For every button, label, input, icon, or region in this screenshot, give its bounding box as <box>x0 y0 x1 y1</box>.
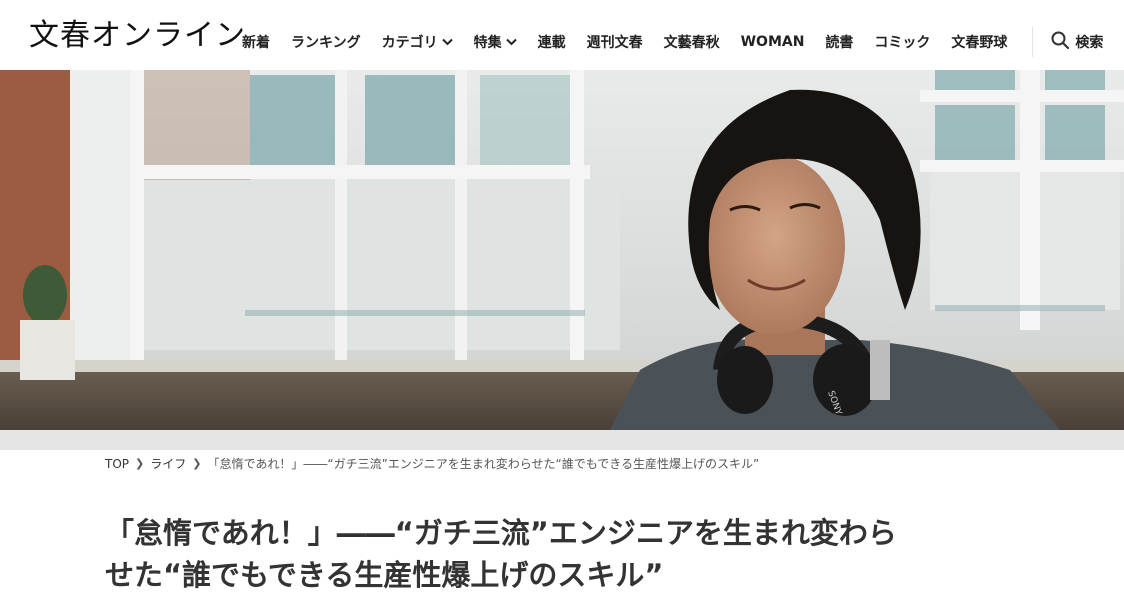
chevron-down-icon <box>441 34 453 50</box>
search-icon <box>1051 31 1075 53</box>
search-label: 検索 <box>1075 35 1104 51</box>
nav-item-shukan-bunshun[interactable]: 週刊文春 <box>587 32 643 52</box>
nav-label: カテゴリ <box>381 35 438 51</box>
nav-item-baseball[interactable]: 文春野球 <box>951 32 1007 52</box>
chevron-down-icon <box>505 34 517 50</box>
site-logo[interactable]: 文春オンライン <box>29 18 246 54</box>
nav-label: 文春野球 <box>951 35 1008 51</box>
site-header: 文春オンライン 新着 ランキング カテゴリ 特集 連載 週刊文春 文藝春秋 WO… <box>0 0 1124 70</box>
article-title-line: 「怠惰であれ！」――“ガチ三流”エンジニアを生まれ変わら <box>105 516 897 550</box>
nav-item-comic[interactable]: コミック <box>874 32 930 52</box>
nav-label: 文藝春秋 <box>663 35 720 51</box>
chevron-right-icon: ❯ <box>192 457 202 470</box>
hero-photo: SONY <box>0 70 1124 430</box>
breadcrumb-life[interactable]: ライフ <box>150 455 186 472</box>
nav-item-features[interactable]: 特集 <box>474 32 517 52</box>
nav-label: 読書 <box>825 35 854 51</box>
nav-item-bungei-shunju[interactable]: 文藝春秋 <box>664 32 720 52</box>
nav-item-new[interactable]: 新着 <box>242 32 270 52</box>
article-title-line: せた“誰でもできる生産性爆上げのスキル” <box>105 558 664 592</box>
hero-image: SONY <box>0 70 1124 430</box>
nav-label: ランキング <box>291 35 361 51</box>
nav-label: 週刊文春 <box>586 35 643 51</box>
nav-label: 連載 <box>537 35 566 51</box>
main-nav: 新着 ランキング カテゴリ 特集 連載 週刊文春 文藝春秋 WOMAN 読書 コ… <box>242 27 1103 57</box>
article-title: 「怠惰であれ！」――“ガチ三流”エンジニアを生まれ変わら せた“誰でもできる生産… <box>105 512 985 596</box>
nav-label: 新着 <box>242 35 270 51</box>
nav-item-books[interactable]: 読書 <box>825 32 853 52</box>
nav-label: 特集 <box>473 35 502 51</box>
nav-item-ranking[interactable]: ランキング <box>291 32 361 52</box>
nav-item-category[interactable]: カテゴリ <box>382 32 453 52</box>
breadcrumb-top[interactable]: TOP <box>105 457 129 471</box>
nav-item-series[interactable]: 連載 <box>538 32 566 52</box>
nav-label: コミック <box>874 35 931 51</box>
hero-bottom-bar <box>0 430 1124 450</box>
chevron-right-icon: ❯ <box>135 457 145 470</box>
nav-divider <box>1032 27 1034 57</box>
nav-item-woman[interactable]: WOMAN <box>741 34 805 50</box>
breadcrumb: TOP ❯ ライフ ❯ 「怠惰であれ！」――“ガチ三流”エンジニアを生まれ変わら… <box>105 455 759 472</box>
breadcrumb-current: 「怠惰であれ！」――“ガチ三流”エンジニアを生まれ変わらせた“誰でもできる生産性… <box>207 457 760 471</box>
search-button[interactable]: 検索 <box>1051 31 1103 53</box>
nav-label: WOMAN <box>740 34 805 50</box>
